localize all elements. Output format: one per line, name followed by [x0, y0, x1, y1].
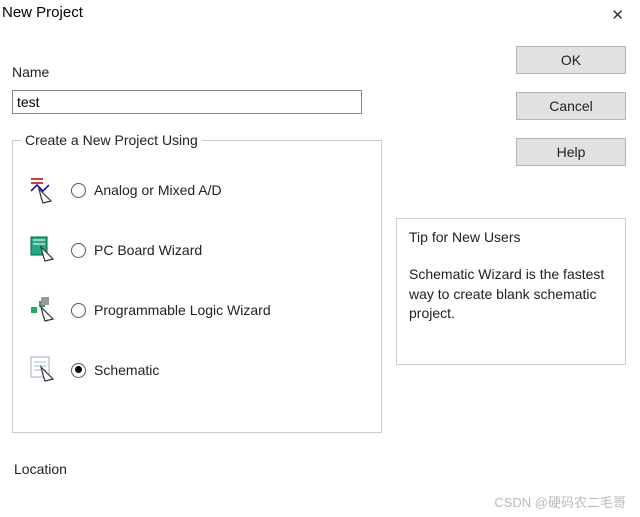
tip-panel: Tip for New Users Schematic Wizard is th…	[396, 218, 626, 365]
option-label-pcboard: PC Board Wizard	[94, 242, 202, 258]
schematic-icon	[21, 352, 71, 388]
analog-icon	[21, 172, 71, 208]
help-button[interactable]: Help	[516, 138, 626, 166]
option-analog[interactable]: Analog or Mixed A/D	[21, 172, 373, 208]
option-logic[interactable]: Programmable Logic Wizard	[21, 292, 373, 328]
option-schematic[interactable]: Schematic	[21, 352, 373, 388]
tip-text: Schematic Wizard is the fastest way to c…	[409, 265, 613, 324]
option-pcboard[interactable]: PC Board Wizard	[21, 232, 373, 268]
tip-title: Tip for New Users	[409, 229, 613, 245]
option-label-analog: Analog or Mixed A/D	[94, 182, 222, 198]
pcboard-icon	[21, 232, 71, 268]
title-bar: New Project ✕	[0, 0, 640, 34]
cancel-button[interactable]: Cancel	[516, 92, 626, 120]
create-using-group: Create a New Project Using Analog or Mix…	[12, 132, 382, 433]
logic-icon	[21, 292, 71, 328]
right-column: OK Cancel Help Tip for New Users Schemat…	[396, 34, 626, 365]
watermark-text: CSDN @硬码农二毛哥	[494, 492, 626, 511]
dialog-content: Name Create a New Project Using Analog o…	[0, 34, 640, 477]
radio-schematic[interactable]	[71, 363, 86, 378]
location-label: Location	[14, 433, 628, 477]
left-column: Name Create a New Project Using Analog o…	[12, 34, 382, 433]
create-using-legend: Create a New Project Using	[21, 132, 202, 148]
option-label-logic: Programmable Logic Wizard	[94, 302, 271, 318]
radio-logic[interactable]	[71, 303, 86, 318]
ok-button[interactable]: OK	[516, 46, 626, 74]
radio-analog[interactable]	[71, 183, 86, 198]
name-input[interactable]	[12, 90, 362, 114]
radio-pcboard[interactable]	[71, 243, 86, 258]
close-icon[interactable]: ✕	[603, 4, 632, 26]
name-label: Name	[12, 64, 382, 80]
window-title: New Project	[2, 4, 83, 21]
option-label-schematic: Schematic	[94, 362, 159, 378]
